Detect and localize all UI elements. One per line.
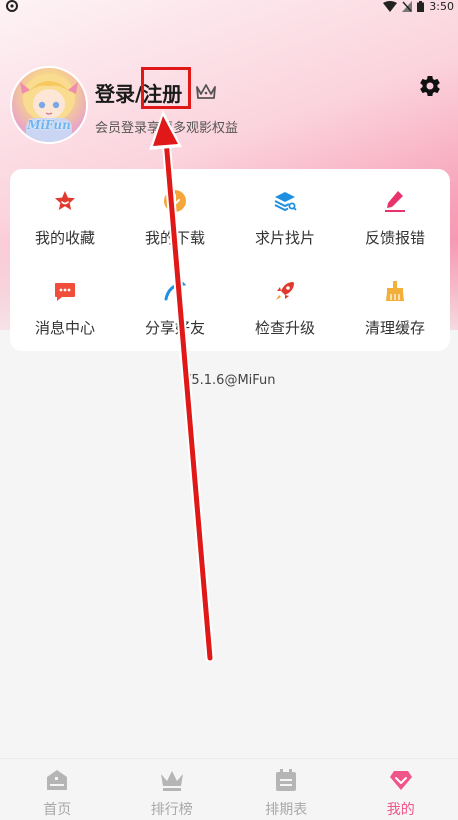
app-notification-icon	[6, 0, 18, 12]
menu-item-label: 我的下载	[144, 229, 205, 247]
gear-icon[interactable]	[418, 74, 442, 98]
menu-item-label: 求片找片	[254, 229, 315, 247]
nav-label: 排行榜	[150, 802, 193, 818]
status-time: 3:50	[429, 0, 454, 13]
menu-item-label: 我的收藏	[34, 229, 95, 247]
download-icon	[164, 190, 186, 212]
profile-header: MiFun 登录/注册 会员登录享更多观影权益	[10, 66, 450, 146]
wifi-icon	[383, 0, 398, 12]
avatar[interactable]: MiFun	[10, 66, 88, 144]
star-icon	[55, 191, 75, 210]
avatar-caption: MiFun	[27, 118, 71, 132]
rocket-icon	[276, 282, 294, 300]
profile-subtitle: 会员登录享更多观影权益	[95, 121, 239, 136]
battery-icon	[417, 0, 425, 12]
menu-item-label: 反馈报错	[364, 229, 425, 247]
version-label: V5.1.6@MiFun	[182, 373, 276, 388]
menu-item-feedback[interactable]: 反馈报错	[340, 171, 450, 261]
menu-item-label: 清理缓存	[364, 319, 425, 337]
edit-icon	[385, 191, 405, 212]
menu-item-downloads[interactable]: 我的下载	[120, 171, 230, 261]
menu-item-label: 检查升级	[254, 319, 315, 337]
vip-crown-icon	[196, 84, 216, 99]
diamond-icon	[389, 771, 412, 790]
menu-item-label: 分享好友	[144, 319, 205, 337]
home-icon	[47, 770, 68, 790]
nav-tab-home[interactable]: 首页	[0, 759, 115, 820]
menu-item-update[interactable]: 检查升级	[230, 261, 340, 351]
bottom-nav: 首页 排行榜 排期表 我的	[0, 758, 458, 820]
nav-tab-ranking[interactable]: 排行榜	[115, 759, 230, 820]
signal-off-icon	[402, 0, 413, 12]
nav-label: 首页	[43, 802, 72, 818]
nav-tab-mine[interactable]: 我的	[344, 759, 458, 820]
menu-item-clear-cache[interactable]: 清理缓存	[340, 261, 450, 351]
menu-item-label: 消息中心	[34, 319, 95, 337]
status-bar: 3:50	[0, 0, 458, 14]
menu-item-favorites[interactable]: 我的收藏	[10, 171, 120, 261]
nav-label: 排期表	[265, 802, 308, 818]
crown-icon	[160, 771, 183, 791]
calendar-icon	[276, 769, 297, 791]
menu-item-share[interactable]: 分享好友	[120, 261, 230, 351]
broom-icon	[386, 281, 404, 301]
message-icon	[55, 283, 75, 301]
annotation-highlight-box	[141, 67, 191, 109]
nav-label: 我的	[386, 802, 415, 818]
menu-card: 我的收藏 我的下载 求片找片 反馈报错 消息中心 分享好友 检查升级 清理缓存	[10, 169, 450, 351]
menu-item-request[interactable]: 求片找片	[230, 171, 340, 261]
layers-search-icon	[274, 192, 297, 212]
share-icon	[164, 279, 187, 301]
menu-item-messages[interactable]: 消息中心	[10, 261, 120, 351]
nav-tab-schedule[interactable]: 排期表	[229, 759, 344, 820]
